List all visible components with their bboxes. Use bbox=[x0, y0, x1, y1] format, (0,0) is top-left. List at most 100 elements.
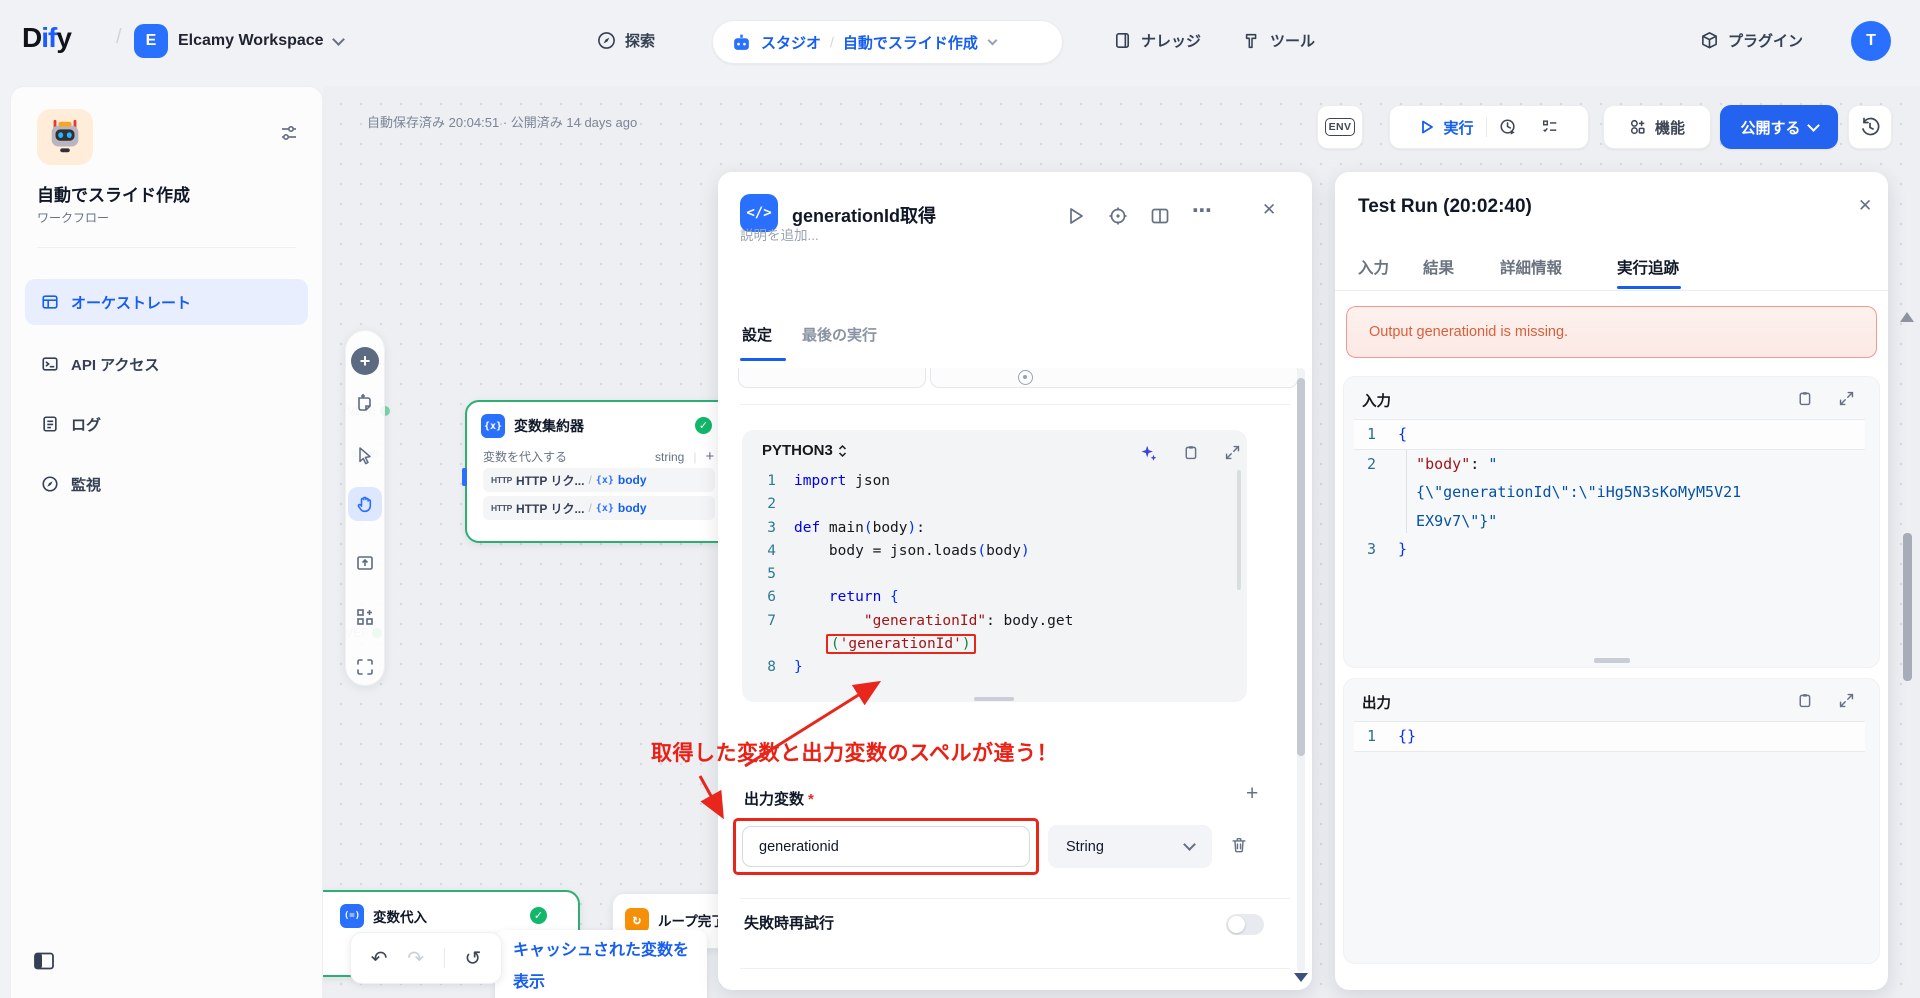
aggregator-variable-row[interactable]: HTTP HTTP リク... / {x} body bbox=[483, 496, 715, 520]
expand-icon[interactable] bbox=[1838, 692, 1855, 709]
target-icon[interactable] bbox=[1108, 206, 1128, 226]
export-dsl-button[interactable] bbox=[355, 553, 375, 578]
output-json-lines[interactable]: 1{} bbox=[1354, 721, 1865, 752]
aggregator-type-label: string bbox=[655, 450, 684, 464]
features-button[interactable]: 機能 bbox=[1603, 105, 1711, 149]
code-language-selector[interactable]: PYTHON3 bbox=[762, 442, 847, 459]
input-json-card: 入力 1{2 "body": " {\"generationId\":\"iHg… bbox=[1343, 376, 1880, 668]
canvas-tool-palette: + bbox=[345, 330, 385, 686]
user-avatar[interactable]: T bbox=[1851, 21, 1891, 61]
variable-setting-icon[interactable] bbox=[1018, 370, 1033, 385]
logo-letter: D bbox=[22, 22, 41, 53]
checklist-icon bbox=[1541, 118, 1559, 136]
organize-blocks-button[interactable] bbox=[355, 607, 375, 632]
sidebar-item-label: 監視 bbox=[71, 474, 101, 495]
scroll-up-arrow[interactable] bbox=[1900, 312, 1914, 322]
tab-tracing[interactable]: 実行追跡 bbox=[1617, 256, 1679, 278]
undo-icon[interactable]: ↶ bbox=[371, 946, 388, 970]
tab-settings[interactable]: 設定 bbox=[742, 324, 772, 345]
input-label: 入力 bbox=[1362, 390, 1391, 411]
workflow-edges bbox=[323, 86, 623, 236]
grid-plus-icon bbox=[355, 607, 375, 627]
expand-icon[interactable] bbox=[1224, 444, 1241, 461]
copy-icon[interactable] bbox=[1796, 390, 1813, 407]
dify-logo[interactable]: Dify bbox=[22, 22, 71, 54]
aggregator-add-button[interactable]: + bbox=[705, 448, 714, 465]
output-variable-type-select[interactable]: String bbox=[1048, 825, 1212, 868]
collapse-sidebar-icon[interactable] bbox=[33, 951, 55, 971]
run-node-icon[interactable] bbox=[1066, 206, 1086, 226]
more-menu-icon[interactable]: ⋯ bbox=[1192, 198, 1212, 223]
cached-variables-bubble: キャッシュされた変数を 表示 bbox=[495, 930, 707, 998]
scroll-down-arrow[interactable] bbox=[1294, 973, 1308, 982]
run-button[interactable]: 実行 bbox=[1407, 117, 1485, 138]
node-description-input[interactable] bbox=[740, 228, 1160, 243]
tab-result[interactable]: 結果 bbox=[1423, 256, 1454, 278]
sidebar-item-logs[interactable]: ログ bbox=[25, 401, 308, 447]
node-input-handle[interactable] bbox=[462, 468, 467, 486]
copy-icon[interactable] bbox=[1796, 692, 1813, 709]
close-icon[interactable]: ✕ bbox=[1858, 196, 1872, 216]
chevron-down-icon[interactable] bbox=[987, 35, 997, 45]
close-panel-icon[interactable]: ✕ bbox=[1262, 200, 1276, 220]
tab-detail[interactable]: 詳細情報 bbox=[1500, 256, 1562, 278]
add-output-variable-button[interactable]: + bbox=[1246, 782, 1258, 806]
active-tab-indicator bbox=[740, 358, 786, 361]
app-settings-icon[interactable] bbox=[279, 123, 299, 143]
nav-explore[interactable]: 探索 bbox=[597, 30, 655, 51]
undo-redo-toolbar: ↶ ↷ ↺ bbox=[350, 932, 502, 984]
pointer-tool[interactable] bbox=[355, 445, 375, 470]
tab-last-run[interactable]: 最後の実行 bbox=[802, 324, 877, 345]
nav-plugins[interactable]: プラグイン bbox=[1700, 30, 1803, 51]
delete-variable-icon[interactable] bbox=[1230, 836, 1248, 854]
add-node-button[interactable]: + bbox=[351, 347, 379, 375]
publish-label: 公開する bbox=[1740, 117, 1800, 138]
change-history-icon[interactable]: ↺ bbox=[464, 946, 481, 970]
hand-tool-active[interactable] bbox=[348, 487, 382, 521]
sidebar-item-orchestrate[interactable]: オーケストレート bbox=[25, 279, 308, 325]
sidebar-item-api-access[interactable]: API アクセス bbox=[25, 341, 308, 387]
panel-scrollbar-thumb[interactable] bbox=[1297, 378, 1305, 756]
history-icon bbox=[1860, 117, 1880, 137]
retry-toggle[interactable] bbox=[1226, 914, 1264, 935]
expand-icon[interactable] bbox=[1838, 390, 1855, 407]
breadcrumb-app-name[interactable]: 自動でスライド作成 bbox=[843, 32, 978, 53]
input-json-lines[interactable]: 1{2 "body": " {\"generationId\":\"iHg5N3… bbox=[1354, 419, 1865, 564]
split-view-icon[interactable] bbox=[1150, 206, 1170, 226]
variable-input-partial[interactable] bbox=[738, 368, 926, 388]
redo-icon[interactable]: ↷ bbox=[407, 946, 424, 970]
version-history-button[interactable] bbox=[1848, 105, 1892, 149]
run-label: 実行 bbox=[1443, 117, 1473, 138]
divider bbox=[740, 898, 1290, 899]
variable-input-partial[interactable] bbox=[930, 368, 1298, 388]
resize-handle[interactable] bbox=[974, 697, 1014, 701]
workspace-switcher[interactable]: E Elcamy Workspace bbox=[134, 24, 343, 58]
editor-scrollbar[interactable] bbox=[1237, 470, 1241, 590]
code-node-icon: </> bbox=[740, 194, 778, 232]
sidebar-item-monitoring[interactable]: 監視 bbox=[25, 461, 308, 507]
add-note-button[interactable] bbox=[355, 393, 375, 418]
show-cached-variables-link[interactable]: 表示 bbox=[513, 968, 545, 992]
copy-icon[interactable] bbox=[1182, 444, 1199, 461]
window-scrollbar-thumb[interactable] bbox=[1903, 533, 1912, 681]
output-variable-name-input[interactable] bbox=[742, 826, 1030, 867]
orchestrate-icon bbox=[41, 293, 59, 311]
resize-handle[interactable] bbox=[1594, 658, 1630, 663]
success-check-icon: ✓ bbox=[695, 417, 712, 434]
run-history-button[interactable] bbox=[1487, 118, 1529, 136]
code-lines[interactable]: 1import json23def main(body):4 body = js… bbox=[750, 470, 1237, 680]
nav-knowledge[interactable]: ナレッジ bbox=[1113, 30, 1201, 51]
node-panel-title[interactable]: generationId取得 bbox=[792, 202, 936, 228]
aggregator-variable-row[interactable]: HTTP HTTP リク... / {x} body bbox=[483, 468, 715, 492]
show-cached-variables-link[interactable]: キャッシュされた変数を bbox=[513, 936, 689, 960]
fit-view-button[interactable] bbox=[355, 657, 375, 682]
error-banner: Output generationid is missing. bbox=[1346, 306, 1877, 358]
ai-sparkle-icon[interactable] bbox=[1140, 444, 1158, 462]
tab-input[interactable]: 入力 bbox=[1358, 256, 1389, 278]
nav-studio[interactable]: スタジオ bbox=[761, 32, 821, 53]
publish-button[interactable]: 公開する bbox=[1720, 105, 1838, 149]
nav-tools[interactable]: ツール bbox=[1243, 30, 1315, 51]
checklist-button[interactable] bbox=[1529, 118, 1571, 136]
variable-source: HTTP リク... bbox=[516, 500, 584, 517]
env-button[interactable]: ENV bbox=[1317, 105, 1363, 149]
